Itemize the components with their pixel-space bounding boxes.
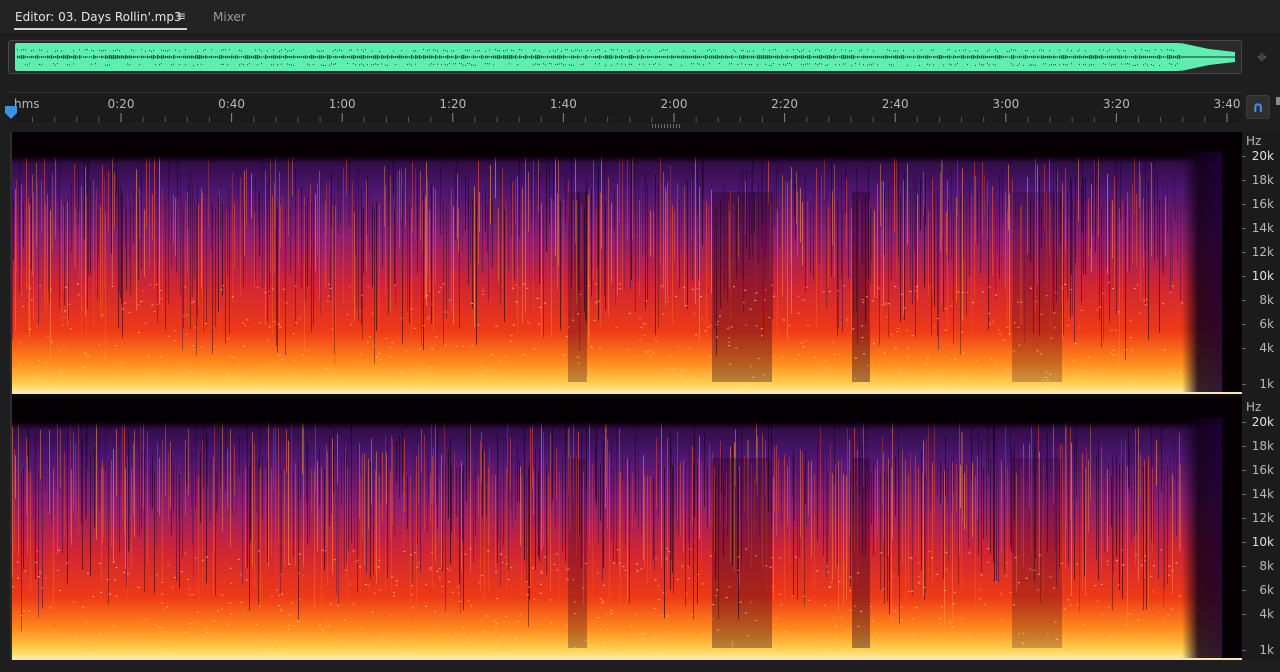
hz-tick-label: 18k (1251, 173, 1274, 187)
tab-mixer[interactable]: Mixer (213, 9, 246, 25)
hz-unit-label: Hz (1246, 134, 1262, 148)
hz-tick-label: 14k (1251, 487, 1274, 501)
hz-unit-label: Hz (1246, 400, 1262, 414)
hz-tick-label: 1k (1259, 643, 1274, 657)
hz-tick-mark (1242, 252, 1246, 253)
ruler-edge-marker (1276, 97, 1280, 105)
ruler-time-label: 1:20 (439, 97, 467, 111)
hz-tick-label: 6k (1259, 317, 1274, 331)
hz-tick-label: 4k (1259, 607, 1274, 621)
hz-tick-mark (1242, 494, 1246, 495)
zoom-navigator-icon[interactable]: ⌖ (1250, 46, 1274, 70)
hz-tick-label: 1k (1259, 377, 1274, 391)
hz-tick-mark (1242, 384, 1246, 385)
ruler-time-label: 2:40 (881, 97, 909, 111)
hz-tick-label: 10k (1251, 535, 1274, 549)
ruler-time-label: 0:40 (218, 97, 246, 111)
hz-tick-mark (1242, 590, 1246, 591)
active-tab-underline (14, 28, 187, 30)
ruler-time-label: 1:00 (328, 97, 356, 111)
ruler-time-label: 2:00 (660, 97, 688, 111)
hz-tick-label: 20k (1251, 149, 1274, 163)
hz-tick-label: 4k (1259, 341, 1274, 355)
ruler-time-label: 1:40 (549, 97, 577, 111)
hz-tick-mark (1242, 156, 1246, 157)
hz-tick-mark (1242, 566, 1246, 567)
ruler-time-label: 0:20 (107, 97, 135, 111)
hz-tick-label: 16k (1251, 197, 1274, 211)
hz-tick-mark (1242, 228, 1246, 229)
hz-tick-mark (1242, 614, 1246, 615)
overview-waveform-navigator[interactable] (8, 40, 1242, 74)
hz-tick-mark (1242, 348, 1246, 349)
playhead-marker-icon[interactable] (5, 106, 17, 120)
spectrogram-right (12, 398, 1242, 660)
hz-tick-label: 8k (1259, 293, 1274, 307)
ruler-time-label: 3:40 (1213, 97, 1241, 111)
spectral-frequency-display[interactable] (12, 132, 1242, 660)
hz-tick-mark (1242, 300, 1246, 301)
hz-tick-label: 18k (1251, 439, 1274, 453)
hz-tick-label: 6k (1259, 583, 1274, 597)
hz-tick-mark (1242, 324, 1246, 325)
frequency-axis: Hz 20k 18k 16k 14k 12k 10k 8k 6k 4k 1k Hz 20k 18k 16k 1… (1242, 132, 1280, 660)
ruler-time-label: 2:20 (771, 97, 799, 111)
tab-editor[interactable]: Editor: 03. Days Rollin'.mp3 (15, 9, 182, 25)
ruler-time-label: 3:20 (1102, 97, 1130, 111)
snap-magnet-icon: ∩ (1251, 98, 1265, 116)
hz-tick-label: 10k (1251, 269, 1274, 283)
hz-tick-mark (1242, 650, 1246, 651)
hz-tick-mark (1242, 446, 1246, 447)
hz-tick-label: 8k (1259, 559, 1274, 573)
hz-tick-mark (1242, 422, 1246, 423)
hz-tick-mark (1242, 518, 1246, 519)
panel-tab-bar: Editor: 03. Days Rollin'.mp3 ≡ Mixer (0, 0, 1280, 35)
channel-left-spectrogram[interactable] (12, 132, 1242, 394)
hz-tick-mark (1242, 470, 1246, 471)
overview-waveform (15, 43, 1235, 71)
hz-tick-label: 12k (1251, 245, 1274, 259)
hz-tick-mark (1242, 276, 1246, 277)
hamburger-menu-icon[interactable]: ≡ (176, 10, 188, 22)
ruler-ticks (32, 113, 1228, 122)
snap-toggle-button[interactable]: ∩ (1246, 95, 1270, 119)
hz-tick-mark (1242, 204, 1246, 205)
audition-editor-window: Editor: 03. Days Rollin'.mp3 ≡ Mixer ⌖ h… (0, 0, 1280, 672)
time-ruler[interactable]: hms 0:20 0:40 1:00 1:20 1:40 2:00 2:20 2:40 3:00… (10, 92, 1242, 123)
panel-divider-grip[interactable] (652, 124, 680, 128)
hz-tick-label: 12k (1251, 511, 1274, 525)
hz-tick-label: 14k (1251, 221, 1274, 235)
hz-tick-mark (1242, 180, 1246, 181)
bottom-bar (0, 660, 1280, 672)
hz-tick-label: 16k (1251, 463, 1274, 477)
channel-right-spectrogram[interactable] (12, 398, 1242, 660)
hz-tick-label: 20k (1251, 415, 1274, 429)
hz-tick-mark (1242, 542, 1246, 543)
spectrogram-left (12, 132, 1242, 394)
ruler-time-label: 3:00 (992, 97, 1020, 111)
